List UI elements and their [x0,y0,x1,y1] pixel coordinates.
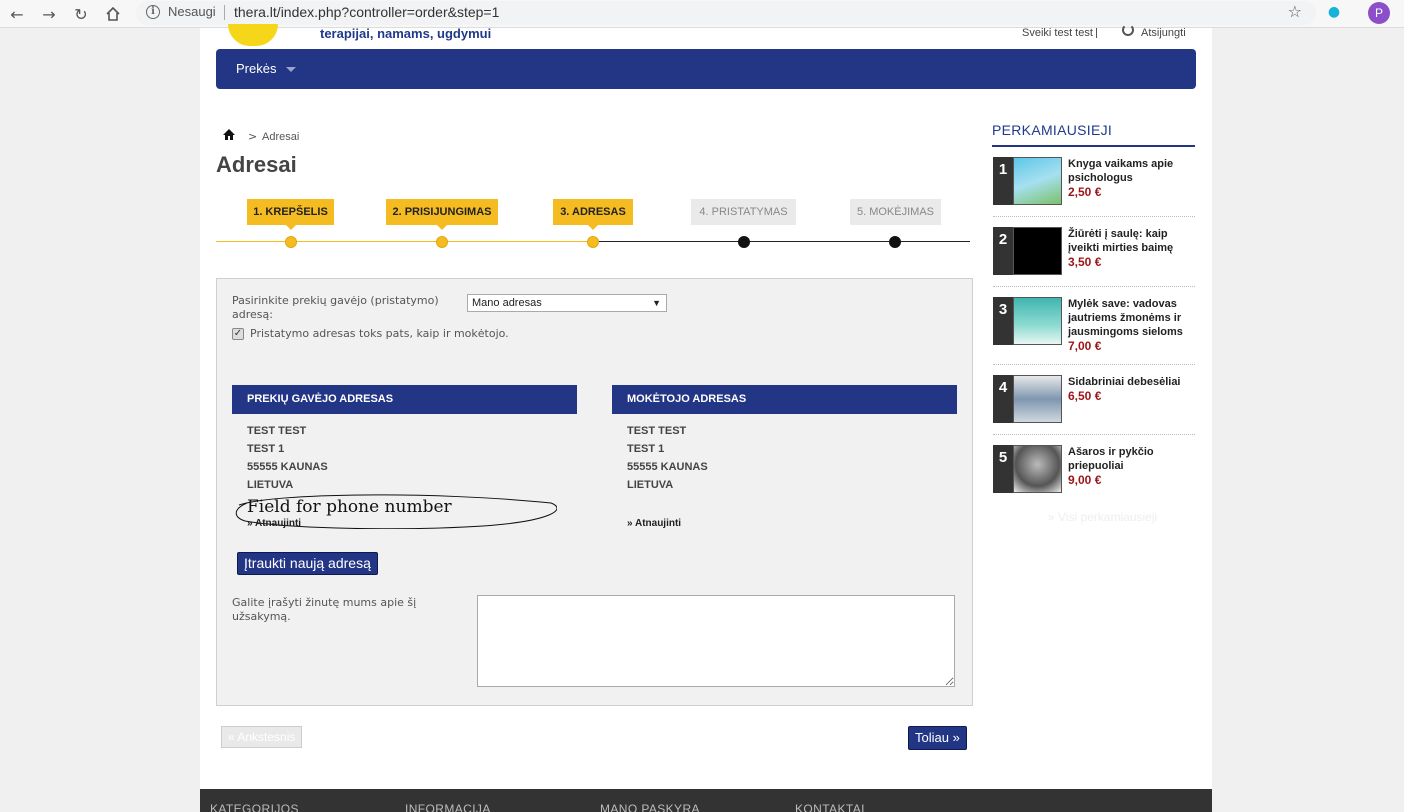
bestseller-item[interactable]: 3 Mylėk save: vadovas jautriems žmonėms … [993,297,1195,367]
step-dot-2 [436,236,448,248]
bestseller-name[interactable]: Knyga vaikams apie psichologus 2,50 € [1068,157,1196,199]
bookmark-star-icon[interactable]: ☆ [1288,2,1302,21]
address-form-panel: Pasirinkite prekių gavėjo (pristatymo) a… [216,278,973,706]
home-icon[interactable] [223,129,235,140]
billing-address-heading: MOKĖTOJO ADRESAS [612,385,957,414]
footer-information: INFORMACIJA [405,802,491,812]
main-navigation: Prekės [216,49,1196,89]
progress-line-todo [594,241,970,242]
bestseller-rank: 3 [993,297,1013,345]
delivery-address-heading: PREKIŲ GAVĖJO ADRESAS [232,385,577,414]
bestsellers-rule [992,145,1195,147]
bestseller-rank: 5 [993,445,1013,493]
browser-toolbar: ← → ↻ i Nesaugi thera.lt/index.php?contr… [0,0,1404,28]
page-title: Adresai [216,152,297,177]
message-label: Galite įrašyti žinutę mums apie šį užsak… [232,596,417,623]
site-footer: KATEGORIJOS INFORMACIJA MANO PASKYRA KON… [200,789,1212,812]
info-icon[interactable]: i [146,5,160,19]
breadcrumb-separator: > [248,130,258,143]
bestseller-name[interactable]: Mylėk save: vadovas jautriems žmonėms ir… [1068,297,1196,353]
previous-button[interactable]: « Ankstesnis [221,726,303,748]
bestseller-divider [993,434,1195,435]
next-button[interactable]: Toliau » [908,726,967,750]
bestseller-rank: 2 [993,227,1013,275]
footer-contacts: KONTAKTAI [795,802,865,812]
step-cart[interactable]: 1. KREPŠELIS [247,199,334,230]
bestseller-rank: 1 [993,157,1013,205]
forward-arrow-icon[interactable]: → [38,3,60,25]
bestseller-price: 6,50 € [1068,389,1102,403]
bestsellers-title: PERKAMIAUSIEJI [992,122,1113,138]
address-bar[interactable]: i Nesaugi thera.lt/index.php?controller=… [136,1,1316,25]
delivery-country: LIETUVA [247,479,294,491]
step-login[interactable]: 2. PRISIJUNGIMAS [386,199,498,230]
address-select[interactable]: Mano adresas ▼ [467,294,667,312]
step-dot-3 [587,236,599,248]
bestseller-price: 2,50 € [1068,185,1102,199]
chevron-down-icon[interactable] [286,67,296,72]
billing-city: 55555 KAUNAS [627,461,708,473]
bestseller-divider [993,364,1195,365]
book-cover-thumbnail[interactable] [1013,297,1062,345]
bestseller-name[interactable]: Žiūrėti į saulę: kaip įveikti mirties ba… [1068,227,1196,269]
dropdown-arrow-icon: ▼ [652,298,661,308]
logout-link[interactable]: Atsijungti [1141,28,1186,39]
bestseller-price: 9,00 € [1068,473,1102,487]
delivery-update-link[interactable]: » Atnaujinti [247,518,301,529]
nav-item-prekes[interactable]: Prekės [236,61,276,76]
bestseller-price: 7,00 € [1068,339,1102,353]
url-text[interactable]: thera.lt/index.php?controller=order&step… [234,4,499,20]
step-dot-1 [285,236,297,248]
extension-icon[interactable]: ● [1326,4,1342,24]
bestseller-item[interactable]: 5 Ašaros ir pykčio priepuoliai 9,00 € [993,445,1195,515]
site-tagline: terapijai, namams, ugdymui [320,26,492,41]
reload-icon[interactable]: ↻ [70,3,92,25]
step-shipping: 4. PRISTATYMAS [691,199,796,225]
recipient-address-label: Pasirinkite prekių gavėjo (pristatymo) a… [232,294,439,321]
step-dot-5 [889,236,901,248]
book-cover-thumbnail[interactable] [1013,445,1062,493]
insecure-label: Nesaugi [168,4,216,19]
site-logo[interactable] [228,24,278,46]
billing-update-link[interactable]: » Atnaujinti [627,518,681,529]
step-dot-4 [738,236,750,248]
header-divider [1096,28,1097,38]
phone-annotation-text: Field for phone number [247,497,452,517]
add-new-address-button[interactable]: Įtraukti naują adresą [237,552,378,575]
delivery-name: TEST TEST [247,425,307,437]
all-bestsellers-link[interactable]: » Visi perkamiausieji [1048,510,1157,524]
progress-line-done [216,241,594,242]
book-cover-thumbnail[interactable] [1013,227,1062,275]
same-address-label: Pristatymo adresas toks pats, kaip ir mo… [250,327,509,340]
delivery-city: 55555 KAUNAS [247,461,328,473]
bestseller-rank: 4 [993,375,1013,423]
same-address-checkbox[interactable]: ✓ [232,328,244,340]
footer-my-account: MANO PASKYRA [600,802,700,812]
delivery-street: TEST 1 [247,443,285,455]
step-address[interactable]: 3. ADRESAS [553,199,633,230]
address-select-value: Mano adresas [472,297,542,309]
bestseller-divider [993,286,1195,287]
bestseller-divider [993,216,1195,217]
back-arrow-icon[interactable]: ← [6,3,28,25]
step-payment: 5. MOKĖJIMAS [850,199,941,225]
omnibox-divider [224,5,225,20]
profile-avatar[interactable]: P [1368,2,1390,24]
billing-name: TEST TEST [627,425,687,437]
book-cover-thumbnail[interactable] [1013,375,1062,423]
power-icon[interactable] [1122,24,1134,36]
page-container: terapijai, namams, ugdymui Sveiki test t… [200,24,1212,812]
footer-categories: KATEGORIJOS [210,802,299,812]
order-message-textarea[interactable] [477,595,955,687]
bestseller-name[interactable]: Ašaros ir pykčio priepuoliai 9,00 € [1068,445,1196,487]
billing-street: TEST 1 [627,443,665,455]
book-cover-thumbnail[interactable] [1013,157,1062,205]
bestseller-price: 3,50 € [1068,255,1102,269]
billing-country: LIETUVA [627,479,674,491]
breadcrumb-current: Adresai [262,131,300,143]
home-button-icon[interactable] [102,3,124,25]
bestseller-name[interactable]: Sidabriniai debesėliai 6,50 € [1068,375,1196,403]
user-greeting[interactable]: Sveiki test test [1022,28,1093,39]
